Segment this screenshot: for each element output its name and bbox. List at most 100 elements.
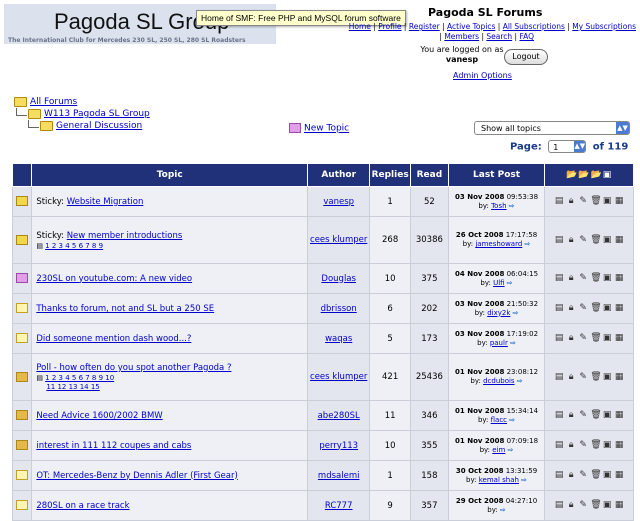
nav-active-topics-link[interactable]: Active Topics: [447, 22, 495, 31]
split-icon[interactable]: ▦: [614, 303, 624, 313]
delete-icon[interactable]: 🗑︎: [590, 440, 601, 450]
move-icon[interactable]: ▣: [602, 410, 612, 420]
topic-link[interactable]: Poll - how often do you spot another Pag…: [36, 363, 231, 373]
move-icon[interactable]: ▣: [602, 470, 612, 480]
delete-icon[interactable]: 🗑︎: [590, 196, 601, 206]
reply-icon[interactable]: ▤: [554, 273, 564, 283]
edit-icon[interactable]: ✎: [578, 273, 588, 283]
jump-arrow-icon[interactable]: ⇨: [517, 377, 523, 385]
author-link[interactable]: vanesp: [323, 197, 354, 207]
move-icon[interactable]: ▣: [602, 303, 612, 313]
edit-icon[interactable]: ✎: [578, 470, 588, 480]
last-post-author[interactable]: eim: [492, 446, 505, 454]
lock-icon[interactable]: 🔒︎: [566, 235, 576, 245]
page-select[interactable]: 1 ▲▼: [548, 140, 587, 153]
last-post-author[interactable]: paulr: [490, 339, 508, 347]
topic-link[interactable]: OT: Mercedes-Benz by Dennis Adler (First…: [36, 471, 237, 481]
last-post-author[interactable]: dixy2k: [487, 309, 510, 317]
breadcrumb-general-discussion[interactable]: General Discussion: [56, 121, 142, 131]
breadcrumb-all-forums[interactable]: All Forums: [30, 97, 77, 107]
split-icon[interactable]: ▦: [614, 196, 624, 206]
last-post-author[interactable]: dcdubois: [483, 377, 515, 385]
reply-icon[interactable]: ▤: [554, 372, 564, 382]
author-link[interactable]: cees klumper: [310, 372, 367, 382]
split-icon[interactable]: ▦: [614, 440, 624, 450]
split-icon[interactable]: ▦: [614, 372, 624, 382]
author-link[interactable]: abe280SL: [318, 411, 360, 421]
delete-icon[interactable]: 🗑︎: [590, 470, 601, 480]
move-icon[interactable]: ▣: [602, 273, 612, 283]
lock-icon[interactable]: 🔒︎: [566, 333, 576, 343]
last-post-author[interactable]: jameshoward: [475, 240, 522, 248]
nav-faq-link[interactable]: FAQ: [519, 32, 534, 41]
reply-icon[interactable]: ▤: [554, 235, 564, 245]
split-icon[interactable]: ▦: [614, 500, 624, 510]
topic-pages-list[interactable]: 1 2 3 4 5 6 7 8 9: [45, 242, 103, 250]
last-post-author[interactable]: Tosh: [491, 202, 506, 210]
jump-arrow-icon[interactable]: ⇨: [521, 476, 527, 484]
reply-icon[interactable]: ▤: [554, 440, 564, 450]
jump-arrow-icon[interactable]: ⇨: [525, 240, 531, 248]
lock-icon[interactable]: 🔒︎: [566, 410, 576, 420]
topic-link[interactable]: Need Advice 1600/2002 BMW: [36, 411, 162, 421]
reply-icon[interactable]: ▤: [554, 196, 564, 206]
topic-link[interactable]: Thanks to forum, not and SL but a 250 SE: [36, 304, 214, 314]
edit-icon[interactable]: ✎: [578, 235, 588, 245]
jump-arrow-icon[interactable]: ⇨: [513, 309, 519, 317]
lock-icon[interactable]: 🔒︎: [566, 440, 576, 450]
lock-icon[interactable]: 🔒︎: [566, 500, 576, 510]
author-link[interactable]: perry113: [319, 441, 358, 451]
topic-link[interactable]: 230SL on youtube.com: A new video: [36, 274, 192, 284]
reply-icon[interactable]: ▤: [554, 410, 564, 420]
delete-icon[interactable]: 🗑︎: [590, 303, 601, 313]
split-icon[interactable]: ▦: [614, 235, 624, 245]
nav-register-link[interactable]: Register: [409, 22, 440, 31]
move-icon[interactable]: ▣: [602, 500, 612, 510]
delete-icon[interactable]: 🗑︎: [590, 235, 601, 245]
topic-link[interactable]: 280SL on a race track: [36, 501, 129, 511]
author-link[interactable]: Douglas: [321, 274, 356, 284]
topic-filter-select[interactable]: Show all topics ▲▼: [474, 121, 630, 135]
delete-icon[interactable]: 🗑︎: [590, 372, 601, 382]
last-post-author[interactable]: kemal shah: [479, 476, 519, 484]
edit-icon[interactable]: ✎: [578, 333, 588, 343]
breadcrumb-w113[interactable]: W113 Pagoda SL Group: [44, 109, 150, 119]
delete-icon[interactable]: 🗑︎: [590, 410, 601, 420]
edit-icon[interactable]: ✎: [578, 410, 588, 420]
new-topic-link[interactable]: New Topic: [304, 124, 349, 134]
topic-link[interactable]: Website Migration: [67, 197, 144, 207]
nav-members-link[interactable]: Members: [444, 32, 479, 41]
move-icon[interactable]: ▣: [602, 333, 612, 343]
author-link[interactable]: cees klumper: [310, 235, 367, 245]
edit-icon[interactable]: ✎: [578, 440, 588, 450]
logout-button[interactable]: Logout: [504, 49, 548, 65]
admin-options-link[interactable]: Admin Options: [453, 71, 512, 80]
jump-arrow-icon[interactable]: ⇨: [509, 416, 515, 424]
author-link[interactable]: waqas: [325, 334, 352, 344]
last-post-author[interactable]: Ulfi: [493, 279, 504, 287]
author-link[interactable]: dbrisson: [321, 304, 357, 314]
author-link[interactable]: mdsalemi: [318, 471, 360, 481]
lock-icon[interactable]: 🔒︎: [566, 372, 576, 382]
split-icon[interactable]: ▦: [614, 333, 624, 343]
lock-icon[interactable]: 🔒︎: [566, 273, 576, 283]
topic-pages-list[interactable]: 1 2 3 4 5 6 7 8 9 10: [45, 374, 114, 382]
lock-icon[interactable]: 🔒︎: [566, 196, 576, 206]
reply-icon[interactable]: ▤: [554, 303, 564, 313]
jump-arrow-icon[interactable]: ⇨: [507, 279, 513, 287]
author-link[interactable]: RC777: [325, 501, 353, 511]
last-post-author[interactable]: flacc: [491, 416, 507, 424]
jump-arrow-icon[interactable]: ⇨: [500, 506, 506, 514]
nav-profile-link[interactable]: Profile: [378, 22, 401, 31]
reply-icon[interactable]: ▤: [554, 333, 564, 343]
jump-arrow-icon[interactable]: ⇨: [509, 202, 515, 210]
nav-my-subscriptions-link[interactable]: My Subscriptions: [572, 22, 636, 31]
reply-icon[interactable]: ▤: [554, 470, 564, 480]
lock-icon[interactable]: 🔒︎: [566, 303, 576, 313]
nav-all-subscriptions-link[interactable]: All Subscriptions: [503, 22, 565, 31]
topic-link[interactable]: Did someone mention dash wood...?: [36, 334, 191, 344]
delete-icon[interactable]: 🗑︎: [590, 500, 601, 510]
move-icon[interactable]: ▣: [602, 440, 612, 450]
nav-search-link[interactable]: Search: [486, 32, 512, 41]
topic-pages-list-2[interactable]: 11 12 13 14 15: [46, 383, 99, 391]
